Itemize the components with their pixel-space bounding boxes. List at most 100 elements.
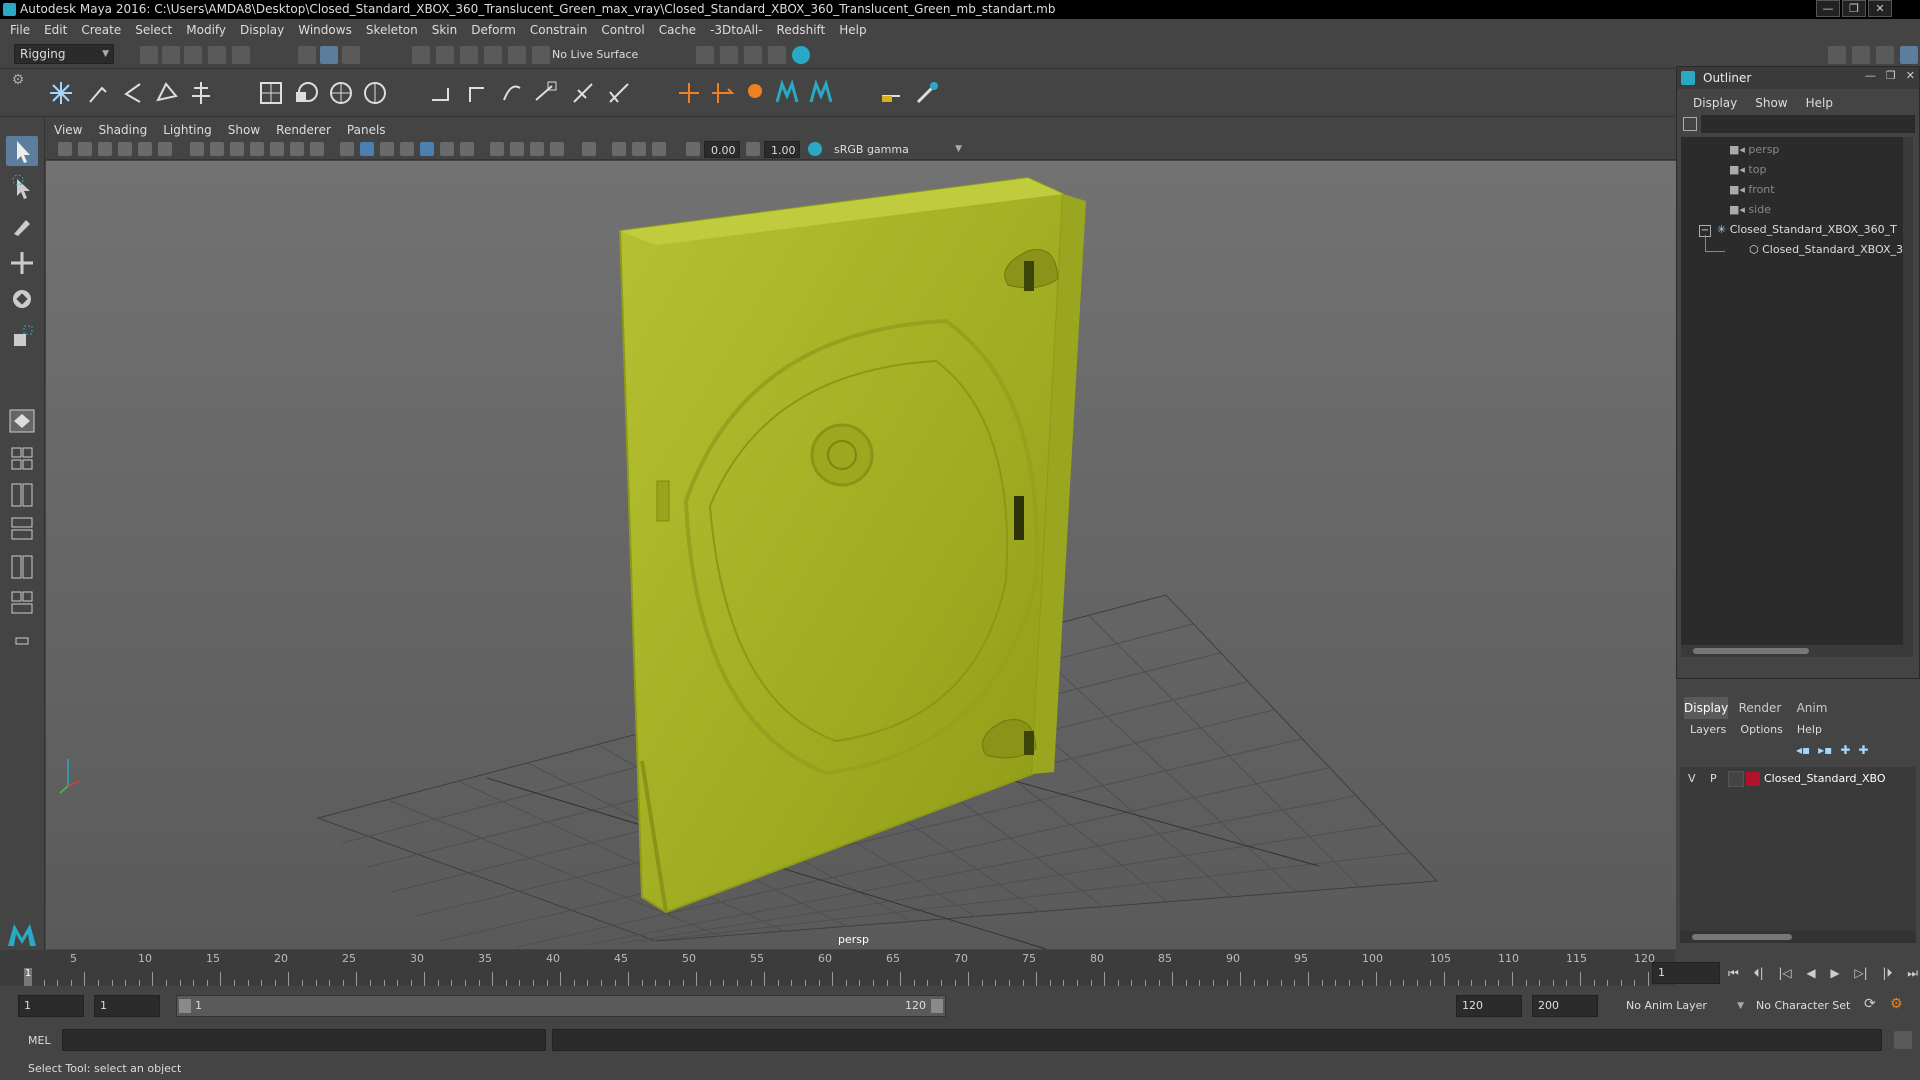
panel-menu-view[interactable]: View <box>54 123 82 137</box>
menu-cache[interactable]: Cache <box>659 23 696 37</box>
outliner-item-persp[interactable]: ■◂ persp <box>1729 143 1779 156</box>
locator-icon[interactable] <box>674 78 704 108</box>
grease-pencil-icon[interactable] <box>158 142 172 156</box>
layer-visibility-toggle[interactable]: V <box>1688 772 1696 785</box>
use-all-lights-icon[interactable] <box>440 142 454 156</box>
new-layer-selected-icon[interactable]: ✚ <box>1858 743 1868 757</box>
command-input[interactable] <box>62 1029 546 1051</box>
render-settings-icon[interactable] <box>768 46 786 64</box>
tool-settings-icon[interactable] <box>1876 46 1894 64</box>
minimize-icon[interactable]: — <box>1865 69 1876 82</box>
lasso-tool-icon[interactable] <box>6 174 38 204</box>
menu-help[interactable]: Help <box>839 23 866 37</box>
hik-character-icon[interactable] <box>772 78 802 108</box>
go-to-end-icon[interactable]: ⏭ <box>1907 966 1918 981</box>
custom-layout-icon[interactable] <box>6 626 38 656</box>
save-scene-icon[interactable] <box>184 46 202 64</box>
go-to-start-icon[interactable]: ⏮ <box>1728 966 1739 981</box>
four-view-layout-icon[interactable] <box>6 444 38 474</box>
layer-horizontal-scrollbar[interactable] <box>1680 931 1916 943</box>
panel-menu-renderer[interactable]: Renderer <box>276 123 331 137</box>
safe-action-icon[interactable] <box>290 142 304 156</box>
layer-name[interactable]: Closed_Standard_XBO <box>1764 772 1886 785</box>
panel-menu-lighting[interactable]: Lighting <box>163 123 212 137</box>
step-back-key-icon[interactable]: |◁ <box>1778 966 1791 980</box>
2d-pan-zoom-icon[interactable] <box>138 142 152 156</box>
panel-menu-shading[interactable]: Shading <box>98 123 147 137</box>
outliner-item-top[interactable]: ■◂ top <box>1729 163 1766 176</box>
parent-constraint-icon[interactable] <box>462 78 492 108</box>
orient-constraint-icon[interactable] <box>530 78 560 108</box>
playback-end-field[interactable]: 120 <box>1456 995 1522 1017</box>
motion-blur-icon[interactable] <box>510 142 524 156</box>
layer-color-swatch[interactable] <box>1746 772 1760 786</box>
persp-outliner-layout-icon[interactable] <box>6 514 38 544</box>
character-set-dropdown[interactable]: No Character Set <box>1752 995 1862 1017</box>
outliner-filter-icon[interactable] <box>1683 117 1697 131</box>
insert-joint-icon[interactable] <box>152 78 182 108</box>
panel-menu-show[interactable]: Show <box>228 123 260 137</box>
smooth-shade-icon[interactable] <box>360 142 374 156</box>
range-slider[interactable]: 1 120 <box>176 995 946 1017</box>
screen-space-ao-icon[interactable] <box>490 142 504 156</box>
open-scene-icon[interactable] <box>162 46 180 64</box>
redo-icon[interactable] <box>232 46 250 64</box>
shelf-options-icon[interactable]: ⚙ <box>10 72 26 114</box>
xray-icon[interactable] <box>612 142 626 156</box>
color-management-icon[interactable] <box>808 142 822 156</box>
wireframe-on-shaded-icon[interactable] <box>400 142 414 156</box>
close-icon[interactable]: ✕ <box>1906 69 1915 82</box>
channel-box-icon[interactable] <box>1900 46 1918 64</box>
menu-file[interactable]: File <box>10 23 30 37</box>
menu-edit[interactable]: Edit <box>44 23 67 37</box>
new-layer-icon[interactable]: ✚ <box>1840 743 1850 757</box>
outliner-menu-help[interactable]: Help <box>1806 96 1833 110</box>
xray-components-icon[interactable] <box>652 142 666 156</box>
hik-icon[interactable] <box>740 78 770 108</box>
new-scene-icon[interactable] <box>140 46 158 64</box>
scrollbar-thumb[interactable] <box>1693 648 1809 654</box>
snap-point-icon[interactable] <box>460 46 478 64</box>
attribute-editor-icon[interactable] <box>1852 46 1870 64</box>
render-frame-icon[interactable] <box>720 46 738 64</box>
anti-aliasing-icon[interactable] <box>530 142 544 156</box>
depth-of-field-icon[interactable] <box>550 142 564 156</box>
snap-plane-icon[interactable] <box>484 46 502 64</box>
snap-surface-icon[interactable] <box>508 46 526 64</box>
move-tool-icon[interactable] <box>6 248 38 278</box>
modeling-toolkit-icon[interactable] <box>1828 46 1846 64</box>
close-button[interactable]: ✕ <box>1868 0 1892 17</box>
gamma-field[interactable]: 1.00 <box>764 141 800 158</box>
menu-3dtoall[interactable]: -3DtoAll- <box>710 23 762 37</box>
joint-tool-icon[interactable] <box>46 78 76 108</box>
current-frame-field[interactable]: 1 <box>1652 962 1720 984</box>
safe-title-icon[interactable] <box>310 142 324 156</box>
colorspace-dropdown[interactable]: sRGB gamma ▼ <box>828 141 966 158</box>
smooth-bind-icon[interactable] <box>292 78 322 108</box>
film-gate-icon[interactable] <box>210 142 224 156</box>
outliner-item-group[interactable]: − ✳ Closed_Standard_XBOX_360_T <box>1699 223 1909 237</box>
paint-weights-icon[interactable] <box>326 78 356 108</box>
textured-icon[interactable] <box>420 142 434 156</box>
outliner-menu-show[interactable]: Show <box>1755 96 1787 110</box>
hypershade-layout-icon[interactable] <box>6 588 38 618</box>
tab-anim[interactable]: Anim <box>1792 697 1832 719</box>
render-view-icon[interactable] <box>696 46 714 64</box>
step-forward-frame-icon[interactable]: |⏵ <box>1882 966 1892 981</box>
gate-mask-icon[interactable] <box>250 142 264 156</box>
menu-create[interactable]: Create <box>81 23 121 37</box>
animation-end-field[interactable]: 200 <box>1532 995 1598 1017</box>
layer-menu-layers[interactable]: Layers <box>1690 723 1726 736</box>
maximize-button[interactable]: ❐ <box>1842 0 1866 17</box>
select-component-icon[interactable] <box>342 46 360 64</box>
hypershade-icon[interactable] <box>792 46 810 64</box>
command-language-label[interactable]: MEL <box>28 1032 58 1050</box>
menu-modify[interactable]: Modify <box>186 23 226 37</box>
perspective-viewport[interactable] <box>46 161 1676 949</box>
menu-control[interactable]: Control <box>601 23 644 37</box>
exposure-icon[interactable] <box>686 142 700 156</box>
gamma-icon[interactable] <box>746 142 760 156</box>
rotate-tool-icon[interactable] <box>6 284 38 314</box>
play-forward-icon[interactable]: ▶ <box>1830 966 1839 980</box>
tab-display[interactable]: Display <box>1684 697 1728 719</box>
